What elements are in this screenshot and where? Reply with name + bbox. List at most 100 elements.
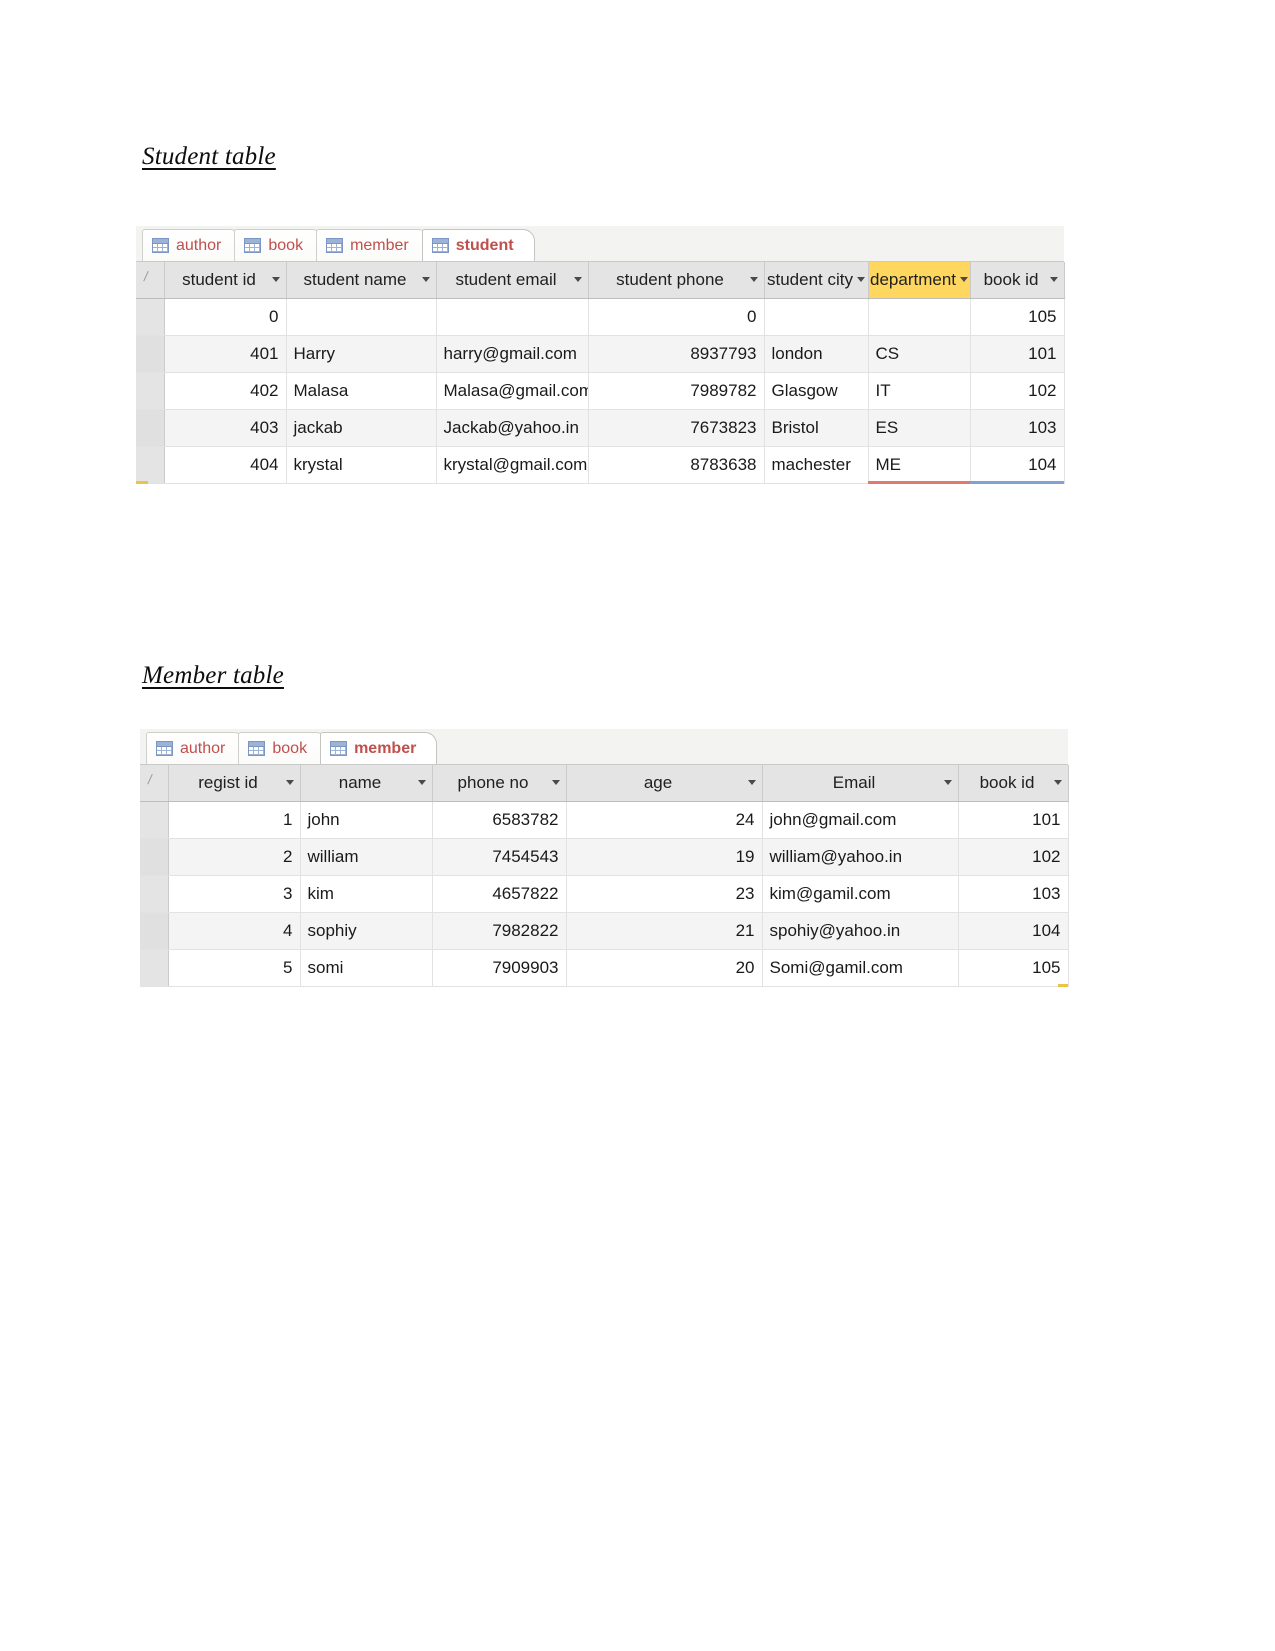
member-cell-Email[interactable]: john@gmail.com — [762, 801, 959, 839]
member-cell-phone-no[interactable]: 7982822 — [432, 912, 567, 950]
member-column-header-age[interactable]: age — [566, 765, 763, 802]
student-cell-department[interactable]: ES — [868, 409, 971, 447]
student-column-header-department[interactable]: department — [868, 262, 971, 299]
student-cell-student-email[interactable] — [436, 298, 589, 336]
student-cell-student-email[interactable]: Jackab@yahoo.in — [436, 409, 589, 447]
member-column-header-Email[interactable]: Email — [762, 765, 959, 802]
student-row-selector[interactable] — [136, 409, 165, 447]
chevron-down-icon[interactable] — [271, 277, 280, 283]
chevron-down-icon[interactable] — [749, 277, 758, 283]
member-cell-phone-no[interactable]: 4657822 — [432, 875, 567, 913]
member-cell-Email[interactable]: spohiy@yahoo.in — [762, 912, 959, 950]
member-row-selector[interactable] — [140, 912, 169, 950]
member-cell-regist-id[interactable]: 4 — [168, 912, 301, 950]
member-cell-book-id[interactable]: 105 — [958, 949, 1069, 987]
student-table-row[interactable]: 402 Malasa Malasa@gmail.com 7989782 Glasgow I… — [136, 372, 1065, 410]
member-cell-phone-no[interactable]: 7454543 — [432, 838, 567, 876]
student-cell-student-phone[interactable]: 8783638 — [588, 446, 765, 484]
member-cell-name[interactable]: john — [300, 801, 433, 839]
member-row-selector[interactable] — [140, 838, 169, 876]
student-table-row[interactable]: 401 Harry harry@gmail.com 8937793 london CS 10… — [136, 335, 1065, 373]
member-cell-book-id[interactable]: 103 — [958, 875, 1069, 913]
member-cell-Email[interactable]: william@yahoo.in — [762, 838, 959, 876]
chevron-down-icon[interactable] — [285, 780, 294, 786]
member-cell-book-id[interactable]: 101 — [958, 801, 1069, 839]
member-tab-author[interactable]: author — [146, 732, 247, 764]
student-cell-department[interactable]: IT — [868, 372, 971, 410]
student-tab-author[interactable]: author — [142, 229, 243, 261]
student-cell-book-id[interactable]: 105 — [970, 298, 1065, 336]
member-cell-regist-id[interactable]: 5 — [168, 949, 301, 987]
member-cell-book-id[interactable]: 102 — [958, 838, 1069, 876]
member-table-row[interactable]: 1 john 6583782 24 john@gmail.com 101 — [140, 801, 1069, 839]
student-cell-student-id[interactable]: 401 — [164, 335, 287, 373]
member-cell-book-id[interactable]: 104 — [958, 912, 1069, 950]
student-table-row[interactable]: 0 0 105 — [136, 298, 1065, 336]
chevron-down-icon[interactable] — [1053, 780, 1062, 786]
student-cell-book-id[interactable]: 102 — [970, 372, 1065, 410]
member-cell-name[interactable]: sophiy — [300, 912, 433, 950]
member-table-row[interactable]: 5 somi 7909903 20 Somi@gamil.com 105 — [140, 949, 1069, 987]
student-cell-student-name[interactable]: Harry — [286, 335, 437, 373]
student-cell-student-name[interactable] — [286, 298, 437, 336]
student-tab-book[interactable]: book — [234, 229, 325, 261]
chevron-down-icon[interactable] — [1049, 277, 1058, 283]
student-row-selector[interactable] — [136, 335, 165, 373]
member-cell-name[interactable]: kim — [300, 875, 433, 913]
member-row-selector[interactable] — [140, 949, 169, 987]
student-row-selector[interactable] — [136, 372, 165, 410]
student-cell-student-city[interactable]: machester — [764, 446, 869, 484]
student-cell-student-email[interactable]: harry@gmail.com — [436, 335, 589, 373]
student-cell-student-city[interactable]: london — [764, 335, 869, 373]
chevron-down-icon[interactable] — [747, 780, 756, 786]
member-row-selector[interactable] — [140, 875, 169, 913]
student-cell-department[interactable]: CS — [868, 335, 971, 373]
member-table-row[interactable]: 3 kim 4657822 23 kim@gamil.com 103 — [140, 875, 1069, 913]
member-cell-phone-no[interactable]: 6583782 — [432, 801, 567, 839]
student-tab-member[interactable]: member — [316, 229, 430, 261]
member-column-header-name[interactable]: name — [300, 765, 433, 802]
chevron-down-icon[interactable] — [943, 780, 952, 786]
member-cell-age[interactable]: 19 — [566, 838, 763, 876]
student-column-header-student-name[interactable]: student name — [286, 262, 437, 299]
member-cell-Email[interactable]: kim@gamil.com — [762, 875, 959, 913]
chevron-down-icon[interactable] — [960, 277, 968, 283]
student-cell-student-name[interactable]: jackab — [286, 409, 437, 447]
student-cell-student-id[interactable]: 402 — [164, 372, 287, 410]
student-cell-student-city[interactable] — [764, 298, 869, 336]
student-cell-student-name[interactable]: Malasa — [286, 372, 437, 410]
member-table-row[interactable]: 4 sophiy 7982822 21 spohiy@yahoo.in 104 — [140, 912, 1069, 950]
student-cell-student-id[interactable]: 0 — [164, 298, 287, 336]
student-cell-student-name[interactable]: krystal — [286, 446, 437, 484]
student-cell-student-phone[interactable]: 0 — [588, 298, 765, 336]
chevron-down-icon[interactable] — [551, 780, 560, 786]
student-row-selector[interactable] — [136, 446, 165, 484]
student-cell-student-phone[interactable]: 8937793 — [588, 335, 765, 373]
member-cell-age[interactable]: 24 — [566, 801, 763, 839]
student-cell-student-city[interactable]: Bristol — [764, 409, 869, 447]
member-cell-regist-id[interactable]: 3 — [168, 875, 301, 913]
member-column-header-book-id[interactable]: book id — [958, 765, 1069, 802]
student-cell-student-city[interactable]: Glasgow — [764, 372, 869, 410]
member-column-header-phone-no[interactable]: phone no — [432, 765, 567, 802]
student-cell-student-phone[interactable]: 7673823 — [588, 409, 765, 447]
chevron-down-icon[interactable] — [421, 277, 430, 283]
chevron-down-icon[interactable] — [417, 780, 426, 786]
student-cell-department[interactable] — [868, 298, 971, 336]
member-row-selector[interactable] — [140, 801, 169, 839]
student-cell-book-id[interactable]: 103 — [970, 409, 1065, 447]
student-cell-student-phone[interactable]: 7989782 — [588, 372, 765, 410]
chevron-down-icon[interactable] — [857, 277, 865, 283]
member-column-header-regist-id[interactable]: regist id — [168, 765, 301, 802]
member-table-row[interactable]: 2 william 7454543 19 william@yahoo.in 102 — [140, 838, 1069, 876]
student-cell-student-email[interactable]: Malasa@gmail.com — [436, 372, 589, 410]
student-row-selector[interactable] — [136, 298, 165, 336]
student-cell-book-id[interactable]: 104 — [970, 446, 1065, 484]
student-cell-book-id[interactable]: 101 — [970, 335, 1065, 373]
student-cell-student-id[interactable]: 404 — [164, 446, 287, 484]
member-cell-regist-id[interactable]: 1 — [168, 801, 301, 839]
student-column-header-student-phone[interactable]: student phone — [588, 262, 765, 299]
student-table-row[interactable]: 403 jackab Jackab@yahoo.in 7673823 Bristol ES… — [136, 409, 1065, 447]
student-column-header-book-id[interactable]: book id — [970, 262, 1065, 299]
member-tab-book[interactable]: book — [238, 732, 329, 764]
